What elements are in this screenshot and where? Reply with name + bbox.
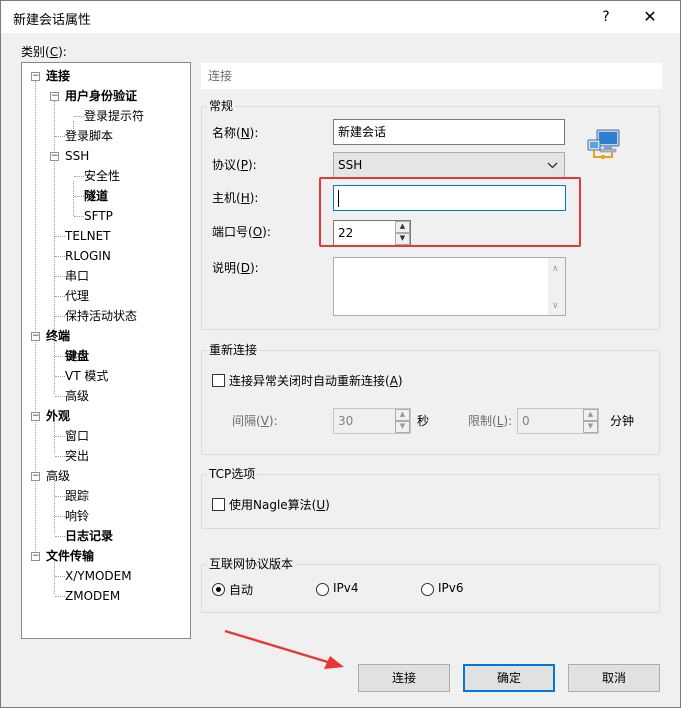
limit-up-icon: ▲ — [583, 409, 598, 421]
scroll-down-icon[interactable]: ∨ — [552, 301, 559, 311]
ok-button[interactable]: 确定 — [463, 664, 555, 692]
tree-item-advanced[interactable]: 高级 — [65, 387, 89, 405]
tree-item-advanced-root[interactable]: 高级 — [46, 467, 70, 485]
tree-line — [54, 341, 55, 394]
host-label: 主机(H): — [212, 191, 259, 205]
tree-line — [73, 181, 74, 216]
description-input[interactable]: ∧ ∨ — [333, 257, 566, 316]
section-header: 连接 — [201, 63, 662, 89]
tree-item-login-prompt[interactable]: 登录提示符 — [84, 107, 144, 125]
network-computer-icon — [586, 128, 622, 162]
description-scrollbar[interactable]: ∧ ∨ — [548, 258, 565, 315]
annotation-arrow-icon — [224, 629, 344, 669]
scroll-up-icon[interactable]: ∧ — [552, 264, 559, 274]
tree-item-tunnel[interactable]: 隧道 — [84, 187, 108, 205]
limit-unit: 分钟 — [610, 414, 635, 428]
annotation-highlight-box — [319, 177, 581, 247]
interval-down-icon: ▼ — [395, 421, 410, 433]
tree-item-telnet[interactable]: TELNET — [65, 227, 111, 245]
interval-up-icon: ▲ — [395, 409, 410, 421]
tree-item-logging[interactable]: 日志记录 — [65, 527, 113, 545]
tree-item-keepalive[interactable]: 保持活动状态 — [65, 307, 137, 325]
tcp-group-title: TCP选项 — [207, 467, 258, 481]
tree-item-trace[interactable]: 跟踪 — [65, 487, 89, 505]
window-title: 新建会话属性 — [13, 13, 92, 28]
ipv4-label[interactable]: IPv4 — [333, 581, 359, 595]
limit-label: 限制(L): — [468, 414, 513, 428]
tree-item-sftp[interactable]: SFTP — [84, 207, 113, 225]
collapse-icon[interactable]: − — [31, 472, 40, 481]
ip-auto-radio[interactable] — [212, 583, 225, 596]
category-tree[interactable]: − 连接 − 用户身份验证 登录提示符 登录脚本 − SSH 安全性 隧道 SF… — [21, 62, 191, 639]
tree-item-serial[interactable]: 串口 — [65, 267, 89, 285]
ip-auto-label[interactable]: 自动 — [229, 581, 253, 598]
tree-item-xymodem[interactable]: X/YMODEM — [65, 567, 132, 585]
protocol-label: 协议(P): — [212, 158, 257, 172]
tree-line — [54, 421, 55, 454]
ip-version-group-title: 互联网协议版本 — [207, 557, 296, 571]
tree-item-zmodem[interactable]: ZMODEM — [65, 587, 120, 605]
ipv6-label[interactable]: IPv6 — [438, 581, 464, 595]
tree-item-connection[interactable]: 连接 — [46, 67, 70, 85]
interval-stepper: 30 ▲ ▼ — [333, 408, 411, 434]
connect-button[interactable]: 连接 — [358, 664, 450, 692]
tree-item-rlogin[interactable]: RLOGIN — [65, 247, 111, 265]
interval-label: 间隔(V): — [232, 414, 278, 428]
collapse-icon[interactable]: − — [50, 152, 59, 161]
protocol-select-value: SSH — [338, 158, 363, 172]
category-label: 类别(C): — [21, 45, 67, 59]
tree-line — [54, 481, 55, 534]
port-label: 端口号(O): — [212, 225, 271, 239]
ipv4-radio[interactable] — [316, 583, 329, 596]
help-button[interactable]: ? — [585, 1, 627, 33]
tree-item-vt-mode[interactable]: VT 模式 — [65, 367, 108, 385]
limit-down-icon: ▼ — [583, 421, 598, 433]
limit-value: 0 — [522, 414, 530, 428]
collapse-icon[interactable]: − — [50, 92, 59, 101]
tree-item-window[interactable]: 窗口 — [65, 427, 89, 445]
cancel-button[interactable]: 取消 — [568, 664, 660, 692]
interval-value: 30 — [338, 414, 354, 428]
close-button[interactable]: ✕ — [629, 1, 671, 33]
tree-item-security[interactable]: 安全性 — [84, 167, 120, 185]
tree-item-proxy[interactable]: 代理 — [65, 287, 89, 305]
auto-reconnect-label[interactable]: 连接异常关闭时自动重新连接(A) — [229, 372, 403, 389]
tree-item-terminal[interactable]: 终端 — [46, 327, 70, 345]
description-label: 说明(D): — [212, 261, 259, 275]
interval-unit: 秒 — [417, 414, 430, 428]
name-input[interactable]: 新建会话 — [333, 119, 565, 145]
collapse-icon[interactable]: − — [31, 412, 40, 421]
name-label: 名称(N): — [212, 126, 259, 140]
tree-line — [35, 81, 36, 555]
tree-item-auth[interactable]: 用户身份验证 — [65, 87, 137, 105]
ipv6-radio[interactable] — [421, 583, 434, 596]
tree-item-bell[interactable]: 响铃 — [65, 507, 89, 525]
tree-line — [54, 561, 55, 594]
collapse-icon[interactable]: − — [31, 72, 40, 81]
tree-item-keyboard[interactable]: 键盘 — [65, 347, 89, 365]
general-group-title: 常规 — [207, 99, 236, 113]
reconnect-group-title: 重新连接 — [207, 343, 260, 357]
nagle-label[interactable]: 使用Nagle算法(U) — [229, 496, 330, 513]
tree-item-login-script[interactable]: 登录脚本 — [65, 127, 113, 145]
session-properties-dialog: 新建会话属性 ? ✕ 类别(C): − 连接 − 用户身份验证 登录提示符 登录… — [0, 0, 681, 708]
tree-item-ssh[interactable]: SSH — [65, 147, 89, 165]
tree-item-highlight[interactable]: 突出 — [65, 447, 89, 465]
nagle-checkbox[interactable] — [212, 498, 225, 511]
tree-item-file-transfer[interactable]: 文件传输 — [46, 547, 94, 565]
auto-reconnect-checkbox[interactable] — [212, 374, 225, 387]
collapse-icon[interactable]: − — [31, 332, 40, 341]
collapse-icon[interactable]: − — [31, 552, 40, 561]
limit-stepper: 0 ▲ ▼ — [517, 408, 599, 434]
title-bar: 新建会话属性 ? ✕ — [1, 1, 680, 33]
tree-item-appearance[interactable]: 外观 — [46, 407, 70, 425]
reconnect-group — [201, 350, 660, 455]
protocol-select[interactable]: SSH — [333, 152, 565, 178]
